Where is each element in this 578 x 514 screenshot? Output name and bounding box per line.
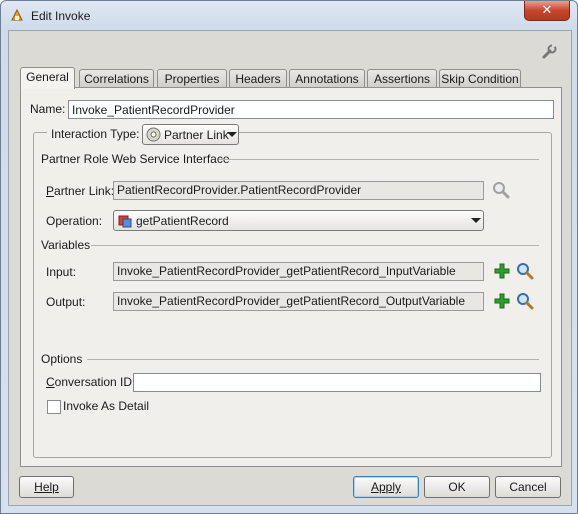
cancel-button-label: Cancel bbox=[509, 480, 547, 494]
chevron-down-icon bbox=[227, 132, 237, 137]
section-separator bbox=[87, 359, 539, 360]
operation-value: getPatientRecord bbox=[136, 214, 229, 228]
tab-label: General bbox=[26, 70, 69, 84]
apply-button-label: Apply bbox=[370, 480, 402, 494]
invoke-as-detail-checkbox[interactable] bbox=[47, 400, 61, 414]
help-button-label: Help bbox=[34, 480, 59, 494]
operation-label: Operation: bbox=[46, 214, 103, 228]
close-button[interactable]: ✕ bbox=[524, 1, 570, 21]
tab-label: Headers bbox=[235, 72, 281, 86]
magnifier-icon[interactable] bbox=[516, 292, 534, 310]
options-title: Options bbox=[41, 352, 83, 366]
tab-assertions[interactable]: Assertions bbox=[367, 69, 437, 88]
green-plus-icon[interactable] bbox=[493, 292, 511, 310]
tab-label: Properties bbox=[164, 72, 220, 86]
help-button[interactable]: Help bbox=[19, 476, 74, 498]
magnifier-icon[interactable] bbox=[516, 262, 534, 280]
apply-button[interactable]: Apply bbox=[353, 476, 419, 498]
section-separator bbox=[219, 159, 539, 160]
tab-label: Assertions bbox=[373, 72, 431, 86]
tab-correlations[interactable]: Correlations bbox=[79, 69, 154, 88]
magnifier-icon[interactable] bbox=[492, 181, 510, 199]
ok-button[interactable]: OK bbox=[424, 476, 490, 498]
conversation-id-input[interactable] bbox=[133, 373, 541, 392]
invoke-app-icon bbox=[11, 8, 23, 21]
window-title: Edit Invoke bbox=[31, 9, 91, 23]
invoke-as-detail-label: Invoke As Detail bbox=[63, 399, 150, 413]
close-icon: ✕ bbox=[541, 2, 553, 17]
tab-headers[interactable]: Headers bbox=[229, 69, 287, 88]
tab-label: Correlations bbox=[84, 72, 149, 86]
ok-button-label: OK bbox=[448, 480, 466, 494]
conversation-id-label: Conversation ID: bbox=[46, 375, 136, 389]
tab-annotations[interactable]: Annotations bbox=[289, 69, 365, 88]
partner-link-icon bbox=[146, 127, 161, 142]
output-variable-field[interactable]: Invoke_PatientRecordProvider_getPatientR… bbox=[113, 292, 484, 311]
variables-title: Variables bbox=[41, 238, 91, 252]
operation-icon bbox=[118, 215, 132, 228]
input-label: Input: bbox=[46, 265, 77, 279]
name-label: Name: bbox=[30, 102, 66, 116]
tab-label: Annotations bbox=[295, 72, 359, 86]
tab-skip-condition[interactable]: Skip Condition bbox=[439, 69, 521, 88]
tab-general[interactable]: General bbox=[20, 67, 75, 89]
name-input[interactable] bbox=[68, 100, 554, 119]
chevron-down-icon bbox=[471, 218, 481, 223]
output-label: Output: bbox=[46, 295, 86, 309]
green-plus-icon[interactable] bbox=[493, 262, 511, 280]
partner-link-field[interactable]: PatientRecordProvider.PatientRecordProvi… bbox=[113, 181, 484, 200]
edit-invoke-dialog: Edit Invoke ✕ General Correlations Prope… bbox=[0, 0, 578, 514]
interaction-type-dropdown[interactable]: Partner Link bbox=[142, 124, 239, 145]
title-bar: Edit Invoke ✕ bbox=[1, 1, 577, 31]
section-separator bbox=[91, 245, 539, 246]
partner-link-label: Partner Link: bbox=[46, 184, 115, 198]
tab-properties[interactable]: Properties bbox=[157, 69, 227, 88]
wrench-icon[interactable] bbox=[540, 43, 558, 61]
interaction-type-label: Interaction Type: bbox=[47, 127, 144, 141]
cancel-button[interactable]: Cancel bbox=[495, 476, 561, 498]
operation-dropdown[interactable]: getPatientRecord bbox=[113, 210, 484, 231]
tab-label: Skip Condition bbox=[441, 72, 519, 86]
partner-section-title: Partner Role Web Service Interface bbox=[41, 152, 230, 166]
general-tab-panel: Name: Interaction Type: Partner Link Par… bbox=[20, 87, 562, 467]
interaction-type-value: Partner Link bbox=[164, 128, 229, 142]
dialog-client-area: General Correlations Properties Headers … bbox=[8, 30, 572, 506]
input-variable-field[interactable]: Invoke_PatientRecordProvider_getPatientR… bbox=[113, 262, 484, 281]
